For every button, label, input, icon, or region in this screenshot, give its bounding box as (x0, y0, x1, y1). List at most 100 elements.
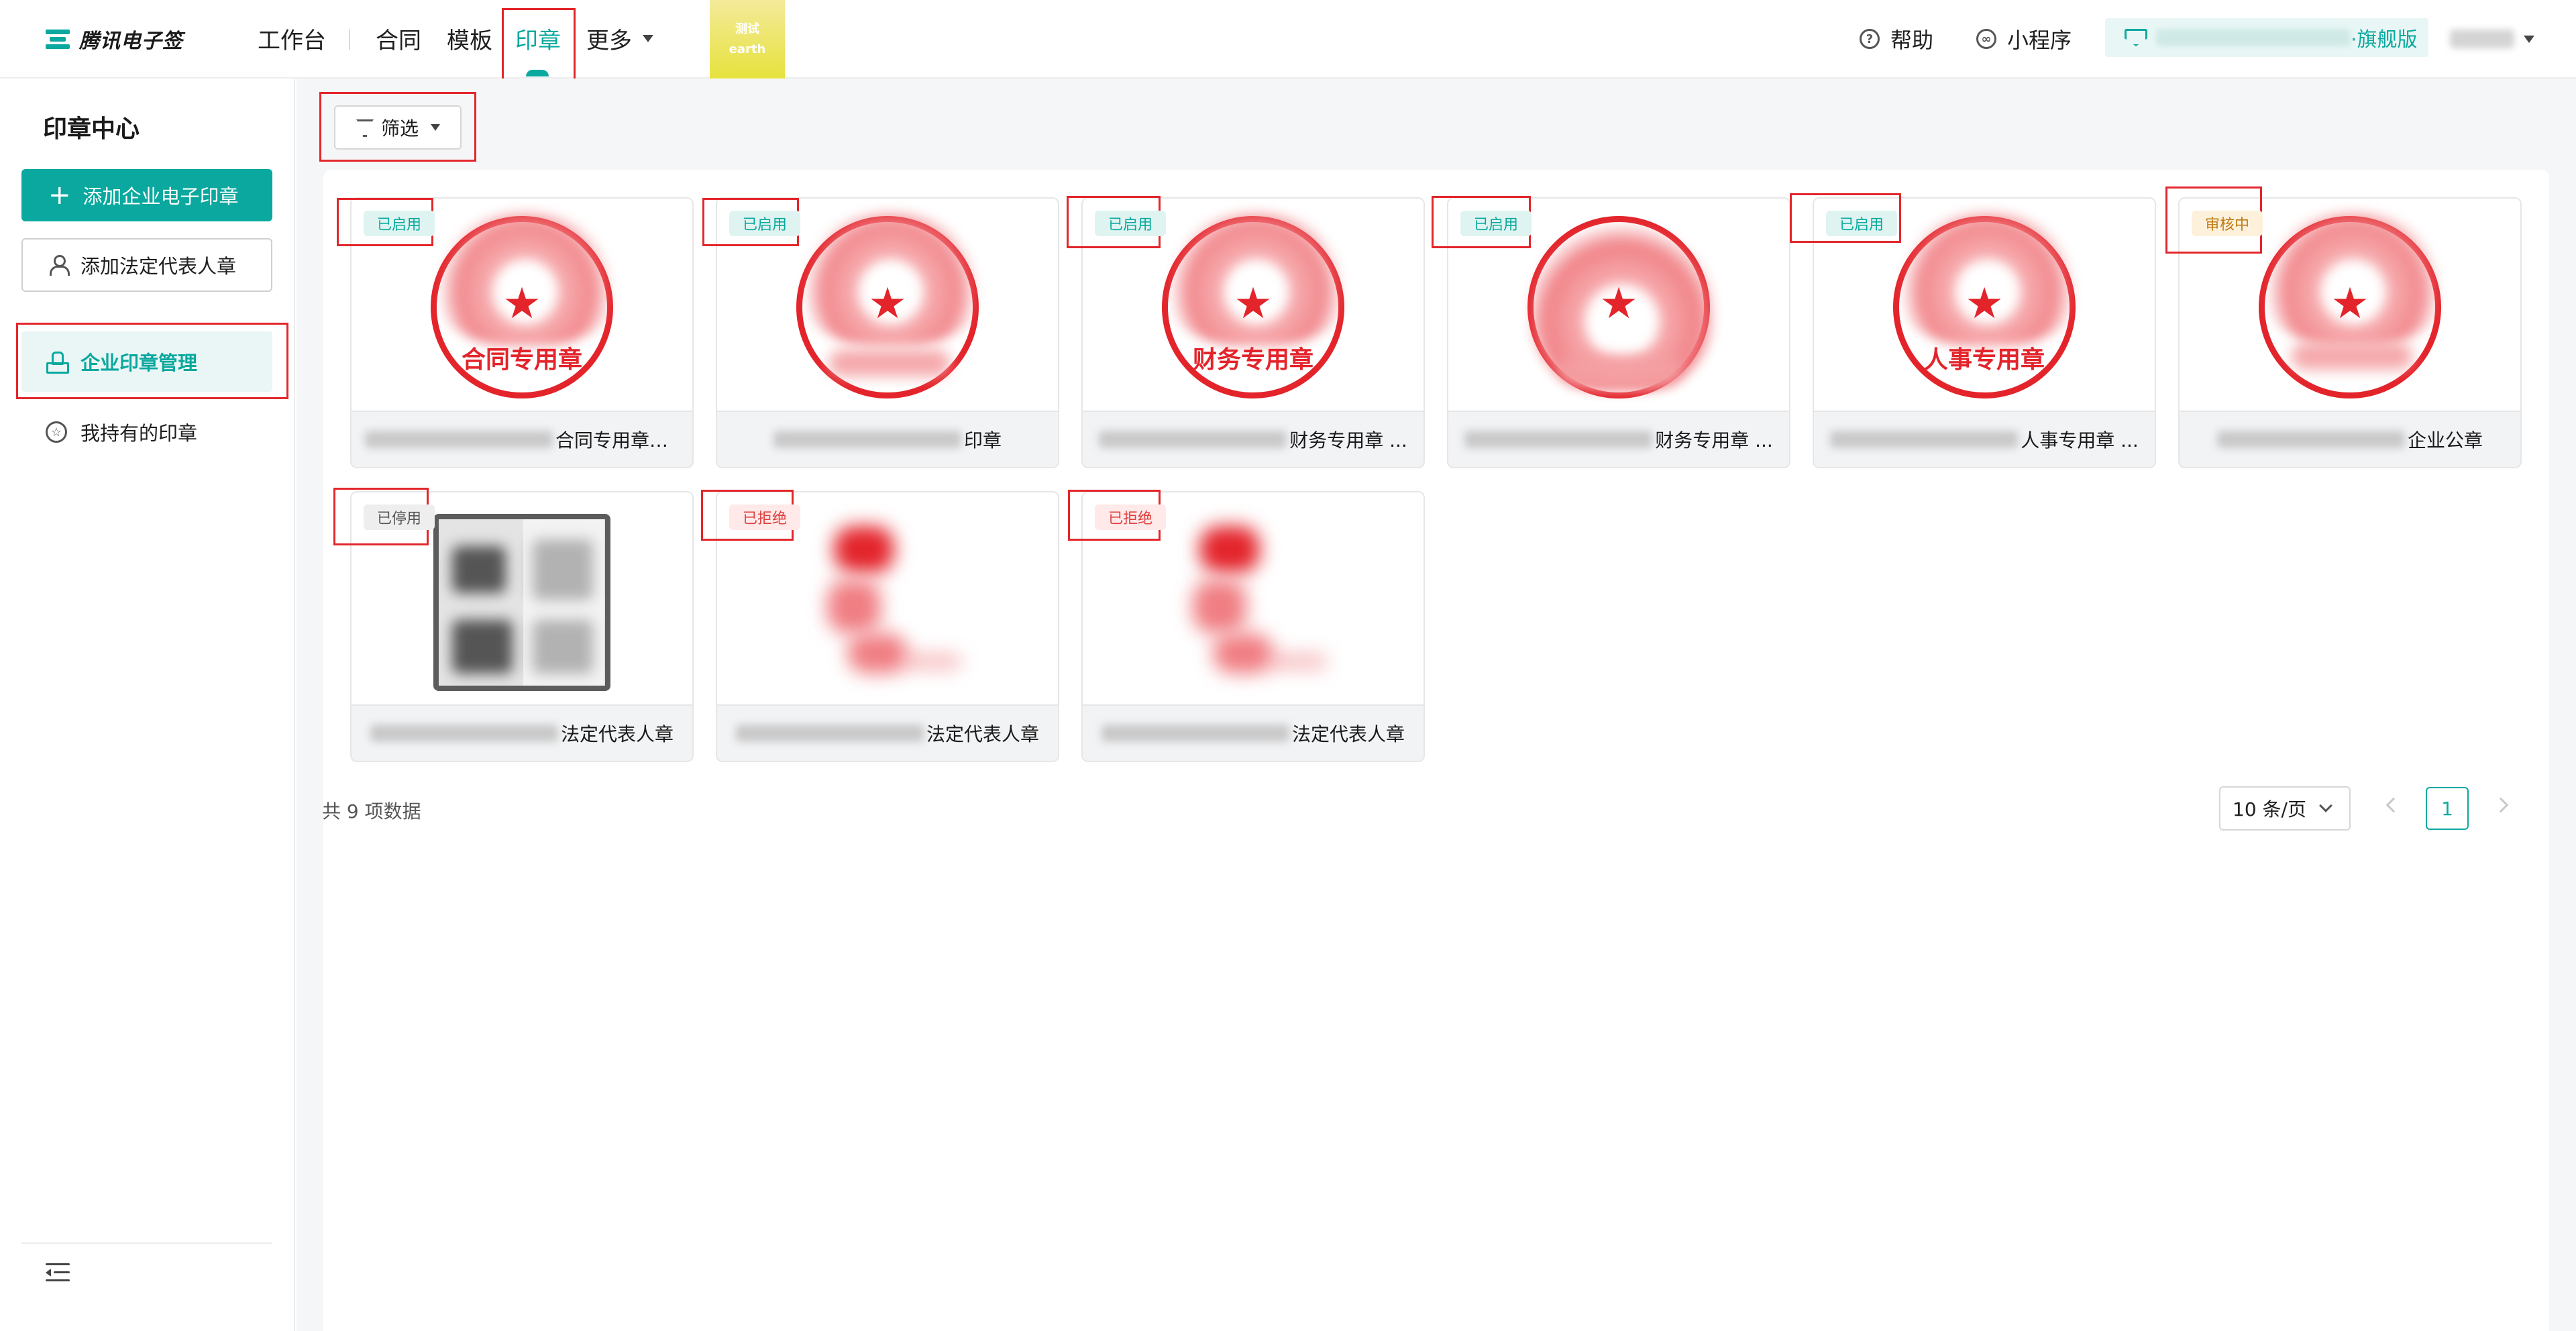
redacted-org-name (735, 725, 924, 742)
seal-name: 财务专用章 ... (1448, 411, 1789, 467)
collapse-sidebar-icon[interactable] (46, 1262, 70, 1283)
seal-card[interactable]: ★ 人事专用章 已启用 人事专用章 ... (1813, 197, 2156, 468)
add-legal-rep-seal-button[interactable]: 添加法定代表人章 (21, 238, 272, 292)
seal-name-suffix: 印章 (963, 429, 1002, 451)
redacted-org-name (1099, 431, 1287, 448)
star-icon: ★ (868, 279, 907, 329)
plus-icon: + (48, 180, 71, 211)
seal-card[interactable]: 已拒绝 法定代表人章 (1081, 491, 1425, 762)
round-seal: ★ (2259, 211, 2445, 398)
status-badge: 已启用 (1826, 211, 1898, 236)
test-badge-line2: earth (729, 42, 766, 56)
miniprogram-icon: ∞ (1976, 29, 1996, 49)
status-badge: 已启用 (1460, 211, 1532, 236)
seal-name: 法定代表人章 (1083, 704, 1424, 761)
sidebar-item-my-seals[interactable]: ☆ 我持有的印章 (21, 402, 272, 462)
help-label: 帮助 (1890, 28, 1934, 53)
add-legal-rep-seal-label: 添加法定代表人章 (80, 255, 237, 278)
seal-name-suffix: 财务专用章 ... (1655, 429, 1773, 451)
nav-item-more-label: 更多 (586, 27, 632, 54)
sidebar-divider (21, 1242, 272, 1244)
page-number-current[interactable]: 1 (2426, 787, 2469, 830)
page-size-label: 10 条/页 (2233, 798, 2306, 820)
nav-item-contract[interactable]: 合同 (376, 23, 421, 54)
status-badge: 已拒绝 (1095, 504, 1167, 530)
round-seal: ★ (1527, 216, 1713, 398)
seal-name: 印章 (717, 411, 1058, 467)
app-name: 腾讯电子签 (79, 30, 183, 53)
status-badge: 已启用 (364, 211, 435, 236)
sidebar: 印章中心 + 添加企业电子印章 添加法定代表人章 企业印章管理 ☆ 我持有的印章 (0, 78, 295, 1331)
app-logo[interactable]: 腾讯电子签 (44, 24, 183, 54)
redacted-org-name (365, 431, 553, 448)
caret-down-icon (643, 34, 653, 42)
square-personal-seal (433, 514, 610, 691)
seal-card[interactable]: 已拒绝 法定代表人章 (716, 491, 1059, 762)
status-badge: 已启用 (1095, 211, 1167, 236)
round-seal: ★ 人事专用章 (1893, 211, 2079, 398)
status-badge: 已拒绝 (729, 504, 801, 530)
nav-item-more[interactable]: 更多 (586, 23, 653, 54)
round-seal: ★ 财务专用章 (1162, 211, 1348, 398)
nav-item-template[interactable]: 模板 (447, 23, 492, 54)
blurred-personal-seal (807, 519, 968, 687)
star-icon: ★ (1234, 279, 1273, 329)
sidebar-title: 印章中心 (43, 115, 140, 143)
sidebar-item-label: 我持有的印章 (80, 422, 198, 445)
miniprogram-link[interactable]: ∞ 小程序 (1976, 20, 2072, 58)
seal-name-suffix: 人事专用章 ... (2021, 429, 2139, 451)
star-icon: ★ (1965, 279, 2004, 329)
seal-name: 法定代表人章 (352, 704, 692, 761)
edition-badge[interactable]: ·旗舰版 (2105, 18, 2428, 57)
edition-label: ·旗舰版 (2351, 28, 2418, 52)
seal-card[interactable]: ★ 已启用 印章 (716, 197, 1059, 468)
sidebar-item-enterprise-seal-management[interactable]: 企业印章管理 (21, 331, 272, 392)
sidebar-item-label: 企业印章管理 (80, 352, 198, 374)
star-badge-icon: ☆ (46, 421, 67, 443)
nav-active-indicator (526, 70, 549, 76)
user-icon (48, 254, 70, 276)
redacted-org-name (2156, 29, 2351, 46)
diamond-icon (2123, 28, 2147, 48)
seal-card[interactable]: ★ 财务专用章 已启用 财务专用章 ... (1081, 197, 1425, 468)
stamp-icon (46, 352, 69, 374)
redacted-org-name (773, 431, 961, 448)
miniprogram-label: 小程序 (2007, 28, 2072, 53)
redacted-org-name (1830, 431, 2019, 448)
round-seal: ★ (796, 211, 982, 398)
nav-item-workbench[interactable]: 工作台 (258, 23, 326, 54)
nav-item-seal[interactable]: 印章 (515, 23, 561, 54)
redacted-username (2450, 30, 2514, 48)
round-seal: ★ 合同专用章 (431, 211, 616, 398)
seal-name-suffix: 法定代表人章 (560, 723, 674, 745)
chevron-down-icon (2319, 799, 2332, 812)
seal-name-suffix: 法定代表人章 (926, 723, 1039, 745)
logo-icon (44, 25, 71, 52)
seal-card[interactable]: ★ 审核中 企业公章 (2178, 197, 2522, 468)
test-environment-badge: 测试 earth (710, 0, 785, 78)
star-icon: ★ (502, 279, 541, 329)
seal-name: 法定代表人章 (717, 704, 1058, 761)
seal-card[interactable]: ★ 已启用 财务专用章 ... (1447, 197, 1790, 468)
status-badge: 已停用 (364, 504, 435, 530)
status-badge: 已启用 (729, 211, 801, 236)
seal-card[interactable]: 已停用 法定代表人章 (350, 491, 694, 762)
blurred-personal-seal (1173, 519, 1334, 687)
seal-name-suffix: 合同专用章5.8 (555, 429, 679, 451)
redacted-org-name (2216, 431, 2405, 448)
seal-name-suffix: 法定代表人章 (1291, 723, 1405, 745)
page-size-select[interactable]: 10 条/页 (2219, 786, 2351, 831)
top-navigation-bar: 腾讯电子签 工作台 合同 模板 印章 更多 测试 earth ? 帮助 ∞ 小程… (0, 0, 2576, 78)
redacted-org-name (1101, 725, 1289, 742)
seal-card[interactable]: ★ 合同专用章 已启用 合同专用章5.8 (350, 197, 694, 468)
help-link[interactable]: ? 帮助 (1860, 20, 1933, 58)
status-badge: 审核中 (2192, 211, 2263, 236)
star-icon: ★ (2330, 279, 2369, 329)
funnel-icon (356, 118, 373, 137)
filter-button[interactable]: 筛选 (334, 105, 462, 150)
user-menu[interactable] (2450, 25, 2534, 52)
add-enterprise-seal-button[interactable]: + 添加企业电子印章 (21, 169, 272, 221)
seal-text: 人事专用章 (1923, 345, 2045, 374)
caret-down-icon (2524, 35, 2534, 43)
seal-name-suffix: 企业公章 (2407, 429, 2483, 451)
